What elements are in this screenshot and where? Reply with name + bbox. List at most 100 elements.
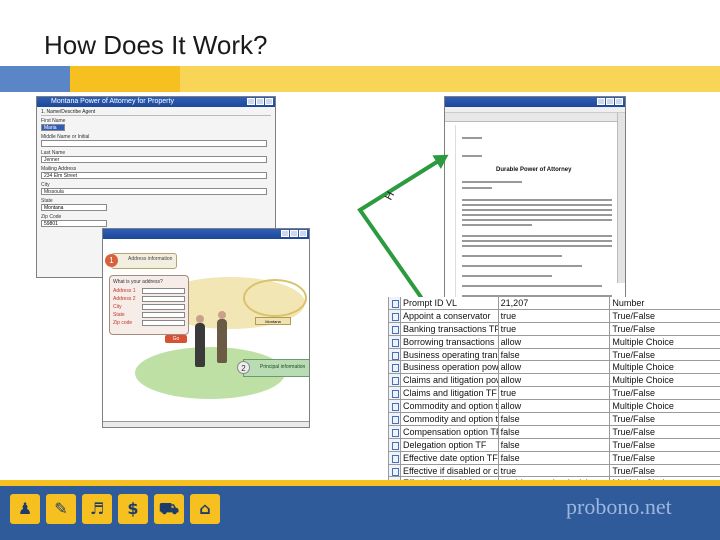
table-cell[interactable]: Business operating trans...: [401, 348, 499, 361]
table-cell[interactable]: true: [499, 387, 611, 400]
table-cell[interactable]: True/False: [610, 349, 720, 361]
row-selector-icon[interactable]: [389, 438, 401, 451]
car-icon[interactable]: ⛟: [154, 494, 184, 524]
table-cell[interactable]: Business operation pow...: [401, 361, 499, 374]
city-input[interactable]: Missoula: [41, 188, 267, 195]
family-icon[interactable]: ♟: [10, 494, 40, 524]
table-cell[interactable]: Commodity and option t...: [401, 413, 499, 425]
row-selector-icon[interactable]: [389, 400, 401, 413]
document-icon[interactable]: ✎: [46, 494, 76, 524]
go-button[interactable]: Go: [165, 335, 187, 343]
middle-name-input[interactable]: [41, 140, 267, 147]
table-cell[interactable]: True/False: [610, 387, 720, 399]
row-selector-icon[interactable]: [389, 361, 401, 374]
table-cell[interactable]: Claims and litigation pow...: [401, 374, 499, 387]
zip-input[interactable]: 59801: [41, 220, 107, 227]
table-cell[interactable]: Commodity and option t...: [401, 400, 499, 413]
table-cell[interactable]: True/False: [610, 413, 720, 425]
table-cell[interactable]: Delegation option TF: [401, 438, 499, 451]
table-row[interactable]: Compensation option TF false True/False: [389, 425, 720, 439]
address1-input[interactable]: [142, 288, 185, 294]
table-row[interactable]: Appoint a conservator true True/False: [389, 309, 720, 323]
maximize-button[interactable]: [606, 98, 614, 105]
table-row[interactable]: Commodity and option t... allow Multiple C…: [389, 400, 720, 414]
table-row[interactable]: Effective if disabled or c true True/False: [389, 464, 720, 478]
row-selector-icon[interactable]: [389, 425, 401, 438]
zip-input[interactable]: [142, 320, 185, 326]
table-cell[interactable]: Borrowing transactions: [401, 335, 499, 348]
table-row[interactable]: Claims and litigation pow...allowMultipl…: [389, 374, 720, 388]
vertical-scrollbar[interactable]: [617, 113, 625, 283]
table-cell[interactable]: True/False: [610, 452, 720, 464]
table-row[interactable]: Banking transactions TF true True/False: [389, 322, 720, 336]
table-cell[interactable]: false: [499, 438, 611, 451]
table-row[interactable]: Borrowing transactions allow Multiple Choi…: [389, 335, 720, 349]
house-icon[interactable]: ⌂: [190, 494, 220, 524]
table-cell[interactable]: Multiple Choice: [610, 400, 720, 412]
table-cell[interactable]: Compensation option TF: [401, 425, 499, 438]
table-cell[interactable]: True/False: [610, 323, 720, 335]
city-input[interactable]: [142, 304, 185, 310]
row-selector-icon[interactable]: [389, 387, 401, 400]
table-cell[interactable]: allow: [499, 361, 611, 374]
table-cell[interactable]: false: [499, 451, 611, 464]
table-cell[interactable]: Multiple Choice: [610, 361, 720, 373]
row-selector-icon[interactable]: [389, 348, 401, 361]
table-cell[interactable]: true: [499, 322, 611, 335]
minimize-button[interactable]: [597, 98, 605, 105]
state-input[interactable]: [142, 312, 185, 318]
table-cell[interactable]: allow: [499, 400, 611, 413]
close-button[interactable]: [299, 230, 307, 237]
row-selector-icon[interactable]: [389, 374, 401, 387]
dollar-icon[interactable]: $: [118, 494, 148, 524]
table-row[interactable]: Business operation pow... allow Multiple C…: [389, 361, 720, 375]
table-cell[interactable]: allow: [499, 374, 611, 387]
table-cell[interactable]: Multiple Choice: [610, 374, 720, 386]
table-cell[interactable]: Banking transactions TF: [401, 322, 499, 335]
table-cell[interactable]: True/False: [610, 426, 720, 438]
address2-input[interactable]: [142, 296, 185, 302]
table-row[interactable]: Delegation option TF false True/False: [389, 438, 720, 452]
table-cell[interactable]: Number: [610, 297, 720, 309]
table-cell[interactable]: True/False: [610, 465, 720, 477]
table-cell[interactable]: Effective date option TF: [401, 451, 499, 464]
row-selector-icon[interactable]: [389, 322, 401, 335]
table-cell[interactable]: True/False: [610, 439, 720, 451]
table-row[interactable]: Effective date option TF false True/False: [389, 451, 720, 465]
table-cell[interactable]: true: [499, 309, 611, 322]
row-selector-icon[interactable]: [389, 464, 401, 477]
minimize-button[interactable]: [247, 98, 255, 105]
table-row[interactable]: Claims and litigation TF true True/False: [389, 387, 720, 401]
toolbar[interactable]: [445, 113, 625, 122]
table-cell[interactable]: false: [499, 425, 611, 438]
table-cell[interactable]: True/False: [610, 310, 720, 322]
row-selector-icon[interactable]: [389, 297, 401, 309]
table-cell[interactable]: allow: [499, 335, 611, 348]
table-cell[interactable]: Multiple Choice: [610, 336, 720, 348]
state-select[interactable]: Montana: [41, 204, 107, 211]
row-selector-icon[interactable]: [389, 413, 401, 425]
table-cell[interactable]: false: [499, 348, 611, 361]
step2-panel[interactable]: Principal information: [243, 359, 309, 377]
mailing-address-input[interactable]: 234 Elm Street: [41, 172, 267, 179]
row-selector-icon[interactable]: [389, 335, 401, 348]
last-name-input[interactable]: Jenner: [41, 156, 267, 163]
minimize-button[interactable]: [281, 230, 289, 237]
table-cell[interactable]: Effective if disabled or c: [401, 464, 499, 477]
table-cell[interactable]: Appoint a conservator: [401, 309, 499, 322]
close-button[interactable]: [615, 98, 623, 105]
row-selector-icon[interactable]: [389, 309, 401, 322]
maximize-button[interactable]: [290, 230, 298, 237]
table-cell[interactable]: 21,207: [499, 297, 611, 309]
step1-panel[interactable]: Address information: [111, 253, 177, 269]
table-row[interactable]: Commodity and option t... false True/False: [389, 413, 720, 426]
row-selector-icon[interactable]: [389, 451, 401, 464]
table-cell[interactable]: true: [499, 464, 611, 477]
first-name-input[interactable]: Maria: [41, 124, 65, 131]
table-cell[interactable]: Claims and litigation TF: [401, 387, 499, 400]
table-row[interactable]: Business operating trans...falseTrue/Fal…: [389, 348, 720, 362]
table-row[interactable]: Prompt ID VL 21,207 Number: [389, 297, 720, 310]
table-cell[interactable]: Prompt ID VL: [401, 297, 499, 309]
close-button[interactable]: [265, 98, 273, 105]
table-cell[interactable]: false: [499, 413, 611, 425]
